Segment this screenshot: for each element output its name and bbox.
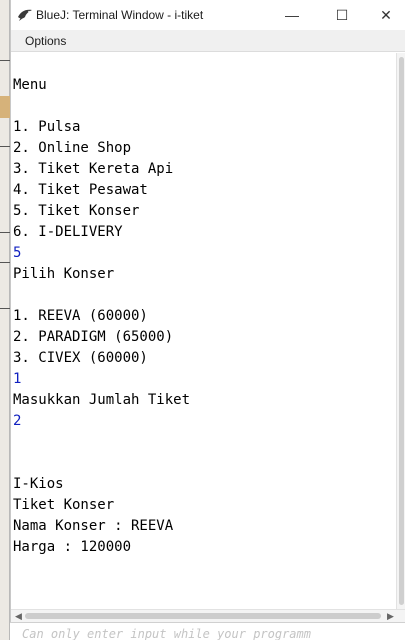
terminal-output-line: 3. CIVEX (60000) <box>13 350 148 366</box>
input-field[interactable]: Can only enter input while your programm <box>10 622 405 640</box>
vertical-scroll-thumb[interactable] <box>399 57 404 605</box>
vertical-scrollbar[interactable] <box>396 53 405 609</box>
terminal-output-line: 2. Online Shop <box>13 140 132 156</box>
title-bar[interactable]: BlueJ: Terminal Window - i-tiket — ☐ ✕ <box>11 0 405 30</box>
window-title: BlueJ: Terminal Window - i-tiket <box>36 8 204 22</box>
terminal-output-line: 1. Pulsa <box>13 119 81 135</box>
terminal-input-line: 5 <box>13 245 22 261</box>
horizontal-scroll-thumb[interactable] <box>25 613 381 619</box>
background-divider <box>0 60 10 61</box>
chevron-left-icon[interactable]: ◀ <box>15 611 22 622</box>
terminal-output-line: Harga : 120000 <box>13 539 132 555</box>
background-window-edge <box>0 0 10 640</box>
menu-bar: Options <box>11 30 405 52</box>
minimize-button[interactable]: — <box>269 0 315 30</box>
terminal-output-line: Menu <box>13 77 47 93</box>
menu-options[interactable]: Options <box>25 34 66 48</box>
close-button[interactable]: ✕ <box>363 0 405 30</box>
terminal-output-line: Masukkan Jumlah Tiket <box>13 392 191 408</box>
terminal-input-line: 2 <box>13 413 22 429</box>
terminal-output-line: I-Kios <box>13 476 64 492</box>
terminal-output-line: 1. REEVA (60000) <box>13 308 148 324</box>
background-panel <box>0 96 10 118</box>
terminal-output-line: 2. PARADIGM (65000) <box>13 329 174 345</box>
terminal-output-line: Pilih Konser <box>13 266 115 282</box>
background-divider <box>0 232 10 233</box>
background-divider <box>0 146 10 147</box>
input-hint: Can only enter input while your programm <box>22 627 311 640</box>
bluej-bird-icon <box>18 9 32 21</box>
maximize-button[interactable]: ☐ <box>319 0 365 30</box>
chevron-right-icon[interactable]: ▶ <box>387 611 394 622</box>
horizontal-scrollbar[interactable]: ◀ ▶ <box>11 609 405 622</box>
terminal-input-line: 1 <box>13 371 22 387</box>
terminal-output-line: Tiket Konser <box>13 497 115 513</box>
terminal-output-line: 6. I-DELIVERY <box>13 224 123 240</box>
terminal-output[interactable]: Menu 1. Pulsa 2. Online Shop 3. Tiket Keret… <box>11 53 396 609</box>
terminal-window: BlueJ: Terminal Window - i-tiket — ☐ ✕ O… <box>10 0 405 622</box>
terminal-output-line: 3. Tiket Kereta Api <box>13 161 174 177</box>
terminal-output-line: 4. Tiket Pesawat <box>13 182 148 198</box>
terminal-output-line: Nama Konser : REEVA <box>13 518 174 534</box>
minimize-icon: — <box>285 7 299 23</box>
maximize-icon: ☐ <box>335 6 349 23</box>
background-divider <box>0 262 10 263</box>
close-icon: ✕ <box>380 6 392 23</box>
background-divider <box>0 308 10 309</box>
terminal-output-line: 5. Tiket Konser <box>13 203 140 219</box>
